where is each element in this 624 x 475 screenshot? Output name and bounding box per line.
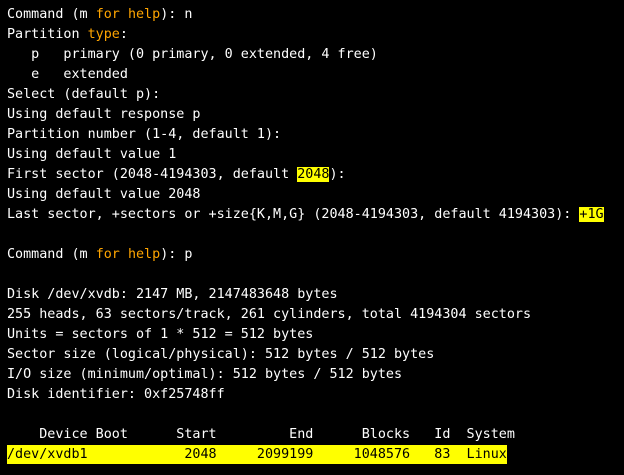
terminal-text: Command (m xyxy=(7,247,96,262)
terminal-text: p primary (0 primary, 0 extended, 4 free… xyxy=(7,47,378,62)
terminal-line: p primary (0 primary, 0 extended, 4 free… xyxy=(7,45,624,65)
terminal-line: Device Boot Start End Blocks Id System xyxy=(7,425,624,445)
highlighted-text: +1G xyxy=(579,207,604,222)
terminal-window[interactable]: Command (m for help): n Partition type: p… xyxy=(0,0,624,475)
terminal-text: ): n xyxy=(160,7,193,22)
terminal-line: 255 heads, 63 sectors/track, 261 cylinde… xyxy=(7,305,624,325)
terminal-line: Using default response p xyxy=(7,105,624,125)
terminal-line: Disk /dev/xvdb: 2147 MB, 2147483648 byte… xyxy=(7,285,624,305)
terminal-text: Select (default p): xyxy=(7,87,161,102)
syntax-keyword: for xyxy=(95,7,120,22)
terminal-text: Disk /dev/xvdb: 2147 MB, 2147483648 byte… xyxy=(7,287,338,302)
terminal-text: Sector size (logical/physical): 512 byte… xyxy=(7,347,435,362)
terminal-line: Disk identifier: 0xf25748ff xyxy=(7,385,624,405)
terminal-text: I/O size (minimum/optimal): 512 bytes / … xyxy=(7,367,403,382)
terminal-text: First sector (2048-4194303, default xyxy=(7,167,298,182)
terminal-text: Command (m xyxy=(7,7,96,22)
terminal-line: I/O size (minimum/optimal): 512 bytes / … xyxy=(7,365,624,385)
syntax-keyword: type xyxy=(87,27,120,42)
terminal-text: Using default response p xyxy=(7,107,201,122)
terminal-line: Command (m for help): n xyxy=(7,5,624,25)
terminal-line: /dev/xvdb1 2048 2099199 1048576 83 Linux xyxy=(7,445,624,465)
terminal-text: : xyxy=(119,27,128,42)
syntax-keyword: help xyxy=(127,247,161,262)
terminal-line: Sector size (logical/physical): 512 byte… xyxy=(7,345,624,365)
terminal-text: e extended xyxy=(7,67,128,82)
highlighted-text: 2048 xyxy=(297,167,330,182)
terminal-text: Using default value 1 xyxy=(7,147,177,162)
partition-table-row: /dev/xvdb1 2048 2099199 1048576 83 Linux xyxy=(7,445,507,464)
terminal-line: Units = sectors of 1 * 512 = 512 bytes xyxy=(7,325,624,345)
terminal-text: Device Boot Start End Blocks Id System xyxy=(7,427,515,442)
terminal-text: ): p xyxy=(160,247,193,262)
syntax-keyword: for xyxy=(95,247,120,262)
terminal-line: Partition type: xyxy=(7,25,624,45)
terminal-line: Command (m for help): p xyxy=(7,245,624,265)
terminal-line: Select (default p): xyxy=(7,85,624,105)
terminal-line: Partition number (1-4, default 1): xyxy=(7,125,624,145)
terminal-line: Last sector, +sectors or +size{K,M,G} (2… xyxy=(7,205,624,225)
terminal-text: Last sector, +sectors or +size{K,M,G} (2… xyxy=(7,207,580,222)
syntax-keyword: help xyxy=(127,7,161,22)
terminal-text: Disk identifier: 0xf25748ff xyxy=(7,387,225,402)
terminal-text: Units = sectors of 1 * 512 = 512 bytes xyxy=(7,327,314,342)
terminal-text: Partition number (1-4, default 1): xyxy=(7,127,282,142)
terminal-line: First sector (2048-4194303, default 2048… xyxy=(7,165,624,185)
terminal-line: Using default value 1 xyxy=(7,145,624,165)
terminal-line: e extended xyxy=(7,65,624,85)
terminal-text: ): xyxy=(329,167,346,182)
terminal-text: Using default value 2048 xyxy=(7,187,201,202)
terminal-text: 255 heads, 63 sectors/track, 261 cylinde… xyxy=(7,307,532,322)
terminal-line: Using default value 2048 xyxy=(7,185,624,205)
terminal-text: Partition xyxy=(7,27,88,42)
